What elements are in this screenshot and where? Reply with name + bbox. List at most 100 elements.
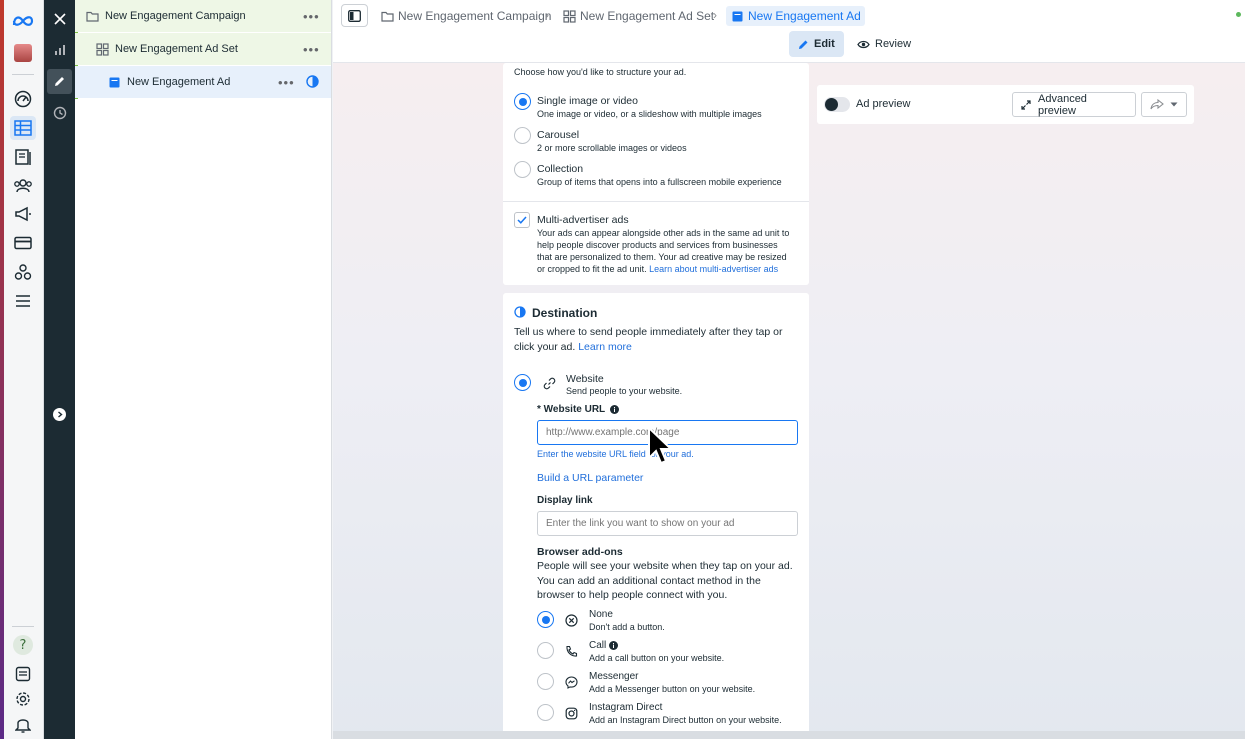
destination-card: Destination Tell us where to send people… — [503, 293, 809, 739]
format-divider — [503, 201, 809, 202]
folder-icon — [380, 9, 394, 23]
phone-icon — [564, 644, 578, 658]
adset-grid-icon — [95, 42, 109, 56]
toggle-panel-button[interactable] — [341, 4, 368, 27]
expand-panel-icon[interactable] — [47, 402, 72, 427]
addon-call-label: Call — [589, 640, 607, 651]
multi-advertiser-checkbox[interactable] — [514, 212, 530, 228]
website-destination-radio[interactable] — [514, 374, 531, 391]
editor-mode-strip — [44, 0, 75, 739]
edit-mode-label: Edit — [814, 38, 835, 50]
pencil-icon — [798, 39, 809, 50]
addon-messenger-label: Messenger — [589, 671, 639, 682]
history-clock-icon[interactable] — [47, 100, 72, 125]
notifications-bell-icon[interactable] — [10, 712, 36, 736]
folder-icon — [85, 9, 99, 23]
advanced-preview-button[interactable]: Advanced preview — [1012, 92, 1136, 117]
display-link-label: Display link — [537, 495, 593, 506]
expand-arrows-icon — [1021, 99, 1031, 110]
eye-icon — [857, 40, 870, 49]
multi-advertiser-line-3: that are personalized to them. Your ad c… — [537, 252, 787, 262]
mouse-cursor-icon — [647, 426, 673, 466]
destination-line-1: Tell us where to send people immediately… — [514, 326, 783, 338]
ad-preview-label: Ad preview — [856, 98, 911, 110]
breadcrumb-campaign[interactable]: New Engagement Campaign — [380, 6, 551, 26]
dashboard-gauge-icon[interactable] — [10, 87, 36, 111]
tree-item-ad[interactable]: New Engagement Ad ••• — [75, 66, 331, 98]
addon-instagram-radio[interactable] — [537, 704, 554, 721]
adset-grid-icon — [562, 9, 576, 23]
meta-logo-icon[interactable] — [10, 9, 36, 33]
addon-instagram-label: Instagram Direct — [589, 702, 663, 713]
chevron-down-icon — [1170, 102, 1178, 107]
adset-more-button[interactable]: ••• — [303, 42, 320, 57]
build-url-parameter-link[interactable]: Build a URL parameter — [537, 472, 643, 484]
destination-line-2-text: click your ad. — [514, 341, 579, 353]
share-arrow-icon — [1150, 99, 1164, 110]
reports-icon[interactable] — [10, 662, 36, 686]
format-single-desc: One image or video, or a slideshow with … — [537, 109, 762, 119]
destination-learn-more-link[interactable]: Learn more — [578, 341, 632, 353]
review-mode-button[interactable]: Review — [848, 31, 920, 57]
addon-instagram-desc: Add an Instagram Direct button on your w… — [589, 715, 782, 725]
ads-manager-table-icon[interactable] — [10, 116, 36, 140]
share-preview-button[interactable] — [1141, 92, 1187, 117]
destination-half-circle-icon — [514, 306, 526, 318]
audiences-icon[interactable] — [10, 174, 36, 198]
close-editor-button[interactable] — [47, 6, 72, 31]
website-url-label: * Website URL — [537, 404, 606, 415]
addon-call-radio[interactable] — [537, 642, 554, 659]
ad-editor-canvas: Choose how you'd like to structure your … — [333, 63, 1245, 739]
settings-gear-icon[interactable] — [10, 687, 36, 711]
tree-item-campaign[interactable]: New Engagement Campaign ••• — [75, 0, 331, 32]
destination-line-2: click your ad. Learn more — [514, 340, 804, 355]
format-single-radio[interactable] — [514, 93, 531, 110]
multi-advertiser-learn-link[interactable]: Learn about multi-advertiser ads — [649, 264, 778, 274]
tree-adset-label: New Engagement Ad Set — [115, 43, 238, 55]
browser-addons-description: People will see your website when they t… — [537, 559, 805, 603]
pages-icon[interactable] — [10, 145, 36, 169]
campaign-more-button[interactable]: ••• — [303, 9, 320, 24]
charts-icon[interactable] — [47, 37, 72, 62]
addon-messenger-radio[interactable] — [537, 673, 554, 690]
editor-top-bar: New Engagement Campaign › New Engagement… — [333, 0, 1245, 63]
format-collection-radio[interactable] — [514, 161, 531, 178]
events-manager-icon[interactable] — [10, 260, 36, 284]
addon-none-desc: Don't add a button. — [589, 622, 665, 632]
edit-mode-button[interactable]: Edit — [789, 31, 844, 57]
help-icon[interactable]: ? — [10, 633, 36, 657]
breadcrumb-ad[interactable]: New Engagement Ad — [726, 6, 865, 26]
destination-title: Destination — [532, 306, 598, 320]
addon-none-radio[interactable] — [537, 611, 554, 628]
x-circle-icon — [564, 613, 578, 627]
ad-format-card: Choose how you'd like to structure your … — [503, 63, 809, 285]
tree-item-adset[interactable]: New Engagement Ad Set ••• — [75, 33, 331, 65]
format-collection-desc: Group of items that opens into a fullscr… — [537, 177, 782, 187]
multi-advertiser-description: Your ads can appear alongside other ads … — [537, 227, 805, 275]
format-carousel-label: Carousel — [537, 129, 580, 141]
messenger-icon — [564, 675, 578, 689]
instagram-icon — [564, 706, 578, 720]
format-carousel-radio[interactable] — [514, 127, 531, 144]
ad-preview-toggle[interactable] — [824, 97, 850, 112]
edit-pencil-icon[interactable] — [47, 69, 72, 94]
format-collection-label: Collection — [537, 163, 584, 175]
ad-more-button[interactable]: ••• — [278, 75, 295, 90]
link-icon — [542, 376, 556, 390]
browser-addons-line-1: People will see your website when they t… — [537, 560, 793, 572]
campaign-tree-panel: New Engagement Campaign ••• New Engageme… — [75, 0, 332, 739]
destination-description: Tell us where to send people immediately… — [514, 325, 804, 355]
billing-card-icon[interactable] — [10, 231, 36, 255]
breadcrumb-ad-label: New Engagement Ad — [748, 9, 861, 23]
rail-divider — [12, 74, 34, 75]
display-link-input[interactable] — [537, 511, 798, 536]
breadcrumb-separator: › — [713, 8, 717, 22]
addon-none-label: None — [589, 609, 613, 620]
breadcrumb-adset[interactable]: New Engagement Ad Set — [562, 6, 714, 26]
account-avatar[interactable] — [10, 41, 36, 65]
all-tools-menu-icon[interactable] — [10, 289, 36, 313]
megaphone-icon[interactable] — [10, 202, 36, 226]
multi-advertiser-line-4: or cropped to fit the ad unit. Learn abo… — [537, 263, 805, 275]
multi-advertiser-line-1: Your ads can appear alongside other ads … — [537, 228, 790, 238]
website-desc: Send people to your website. — [566, 386, 683, 396]
